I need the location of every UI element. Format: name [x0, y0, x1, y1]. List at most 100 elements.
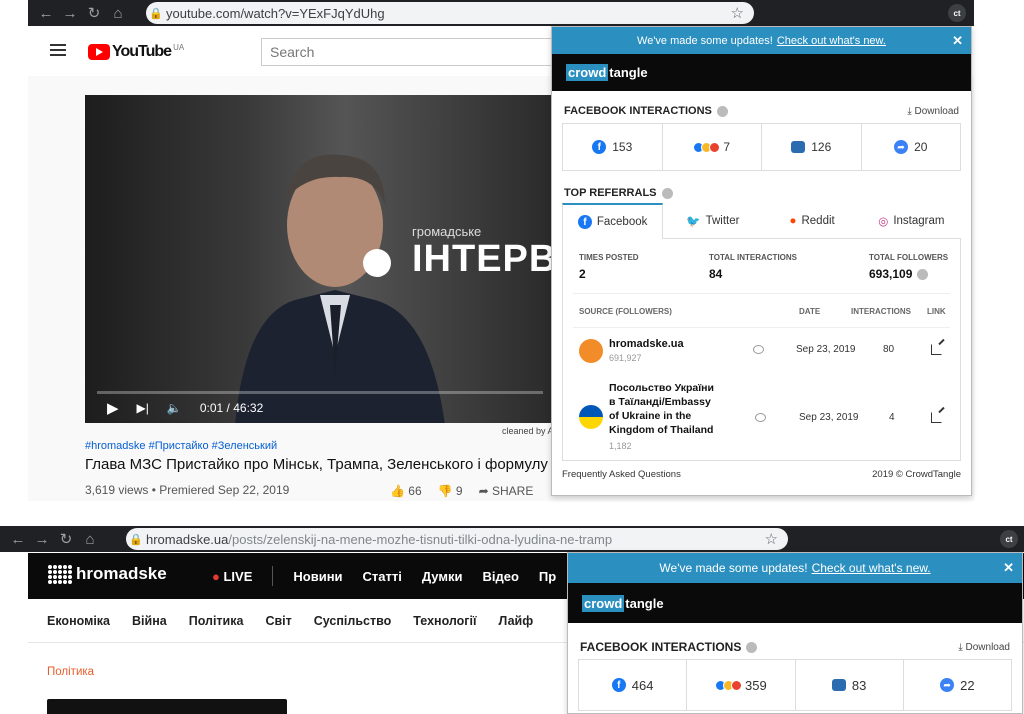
reactions-icon: [715, 679, 743, 691]
reactions-cell: 359: [687, 660, 796, 710]
share-icon: ➦: [940, 678, 955, 692]
tab-instagram[interactable]: ◎ Instagram: [862, 203, 961, 238]
subnav-economy[interactable]: Економіка: [47, 614, 110, 628]
video-progress-bar[interactable]: [97, 391, 543, 394]
live-link[interactable]: ● LIVE: [212, 569, 252, 584]
reload-icon[interactable]: ↻: [82, 4, 106, 22]
fb-interactions-box: f 464 359 83 ➦ 22: [578, 659, 1012, 711]
nav-video[interactable]: Відео: [482, 569, 518, 584]
tab-twitter[interactable]: 🐦 Twitter: [663, 203, 762, 238]
youtube-logo[interactable]: YouTube UA: [88, 43, 184, 61]
hromadske-logo[interactable]: hromadske: [48, 564, 167, 584]
hromadske-avatar: [579, 339, 603, 363]
info-icon[interactable]: [917, 269, 929, 281]
home-icon[interactable]: ⌂: [106, 5, 130, 22]
times-posted-label: TIMES POSTED: [579, 253, 639, 262]
nav-articles[interactable]: Статті: [363, 569, 402, 584]
back-icon[interactable]: ←: [6, 531, 30, 548]
top-referrals-header: TOP REFERRALS: [552, 183, 971, 203]
comments-cell: 83: [796, 660, 904, 710]
dislike-button[interactable]: 👎 9: [438, 484, 463, 498]
browser-toolbar: ← → ↻ ⌂ 🔒 youtube.com/watch?v=YExFJqYdUh…: [28, 0, 974, 26]
tab-reddit[interactable]: ● Reddit: [763, 203, 862, 238]
faq-link[interactable]: Frequently Asked Questions: [562, 469, 681, 480]
post-interactions: 80: [883, 344, 895, 355]
crowdtangle-logo: crowd tangle: [582, 594, 664, 612]
tab-facebook[interactable]: f Facebook: [562, 203, 664, 239]
home-icon[interactable]: ⌂: [78, 531, 102, 548]
source-name[interactable]: hromadske.ua: [609, 337, 684, 351]
source-name[interactable]: Посольство України в Таїланді/Embassy of…: [609, 381, 714, 437]
address-bar[interactable]: 🔒 youtube.com/watch?v=YExFJqYdUhg ☆: [146, 2, 754, 24]
facebook-icon: f: [577, 215, 592, 229]
info-icon[interactable]: [716, 105, 728, 117]
video-overlay-small-text: громадське: [412, 224, 482, 239]
total-interactions-label: TOTAL INTERACTIONS: [709, 253, 797, 262]
nav-more[interactable]: Пр: [539, 569, 556, 584]
subnav-world[interactable]: Світ: [265, 614, 291, 628]
share-icon: ➦: [894, 140, 909, 154]
close-icon[interactable]: ✕: [952, 33, 963, 49]
browser-toolbar: ← → ↻ ⌂ 🔒 hromadske.ua/posts/zelenskij-n…: [0, 526, 1024, 552]
fb-interactions-box: f 153 7 126 ➦ 20: [562, 123, 961, 171]
article-category[interactable]: Політика: [47, 666, 94, 678]
table-row: hromadske.ua 691,927 Sep 23, 2019 80: [563, 335, 960, 375]
referrals-panel: TIMES POSTED 2 TOTAL INTERACTIONS 84 TOT…: [562, 239, 961, 461]
share-button[interactable]: ➦ SHARE: [479, 484, 534, 498]
table-row: Посольство України в Таїланді/Embassy of…: [563, 381, 960, 457]
whats-new-link[interactable]: Check out what's new.: [777, 35, 886, 47]
fb-interactions-header: FACEBOOK INTERACTIONS ⤓ Download: [568, 635, 1022, 659]
updates-banner: We've made some updates! Check out what'…: [552, 27, 971, 54]
copyright: 2019 © CrowdTangle: [872, 469, 961, 480]
reddit-icon: ●: [789, 214, 797, 227]
play-icon[interactable]: ▶: [107, 399, 119, 417]
external-link-icon[interactable]: [931, 412, 942, 423]
url-host: youtube.com: [166, 5, 241, 21]
external-link-icon[interactable]: [931, 344, 942, 355]
subnav-war[interactable]: Війна: [132, 614, 167, 628]
reactions-count: 359: [745, 677, 767, 693]
facebook-icon: f: [592, 140, 607, 154]
info-icon[interactable]: [661, 187, 673, 199]
embassy-avatar: [579, 405, 603, 429]
share-label: SHARE: [492, 484, 534, 498]
whats-new-link[interactable]: Check out what's new.: [812, 561, 931, 575]
like-button[interactable]: 👍 66: [390, 484, 422, 498]
video-hashtags[interactable]: #hromadske #Пристайко #Зеленський: [85, 440, 277, 452]
comment-bubble-icon[interactable]: [755, 413, 766, 422]
youtube-play-logo-icon: [88, 44, 110, 60]
subnav-society[interactable]: Суспільство: [314, 614, 392, 628]
video-title: Глава МЗС Пристайко про Мінськ, Трампа, …: [85, 456, 548, 473]
top-referrals-title: TOP REFERRALS: [564, 187, 657, 199]
video-time: 0:01 / 46:32: [199, 401, 264, 415]
download-button[interactable]: ⤓ Download: [907, 106, 959, 117]
menu-icon[interactable]: [50, 44, 66, 56]
forward-icon[interactable]: →: [30, 531, 54, 548]
comment-bubble-icon[interactable]: [753, 345, 764, 354]
next-icon[interactable]: ▶|: [137, 401, 149, 415]
search-input[interactable]: Search: [261, 38, 561, 66]
subnav-politics[interactable]: Політика: [189, 614, 244, 628]
close-icon[interactable]: ✕: [1003, 560, 1014, 576]
youtube-region: UA: [173, 42, 185, 52]
download-button[interactable]: ⤓ Download: [958, 642, 1010, 653]
nav-news[interactable]: Новини: [293, 569, 342, 584]
post-date: Sep 23, 2019: [799, 412, 859, 423]
lock-icon: 🔒: [129, 533, 143, 546]
address-bar[interactable]: 🔒 hromadske.ua/posts/zelenskij-na-mene-m…: [126, 528, 788, 550]
nav-opinions[interactable]: Думки: [422, 569, 463, 584]
total-followers-label: TOTAL FOLLOWERS: [869, 253, 949, 262]
volume-icon[interactable]: 🔈: [167, 401, 182, 415]
video-player[interactable]: громадське ІНТЕРВ ▶ ▶| 🔈 0:01 / 46:32: [85, 95, 555, 423]
bookmark-star-icon[interactable]: ☆: [765, 530, 778, 548]
reload-icon[interactable]: ↻: [54, 530, 78, 548]
bookmark-star-icon[interactable]: ☆: [731, 4, 744, 22]
crowdtangle-extension-icon[interactable]: ct: [948, 4, 966, 22]
crowdtangle-extension-icon[interactable]: ct: [1000, 530, 1018, 548]
video-actions: 👍 66 👎 9 ➦ SHARE: [390, 484, 533, 498]
subnav-tech[interactable]: Технології: [413, 614, 476, 628]
info-icon[interactable]: [746, 642, 758, 654]
subnav-life[interactable]: Лайф: [499, 614, 534, 628]
back-icon[interactable]: ←: [34, 5, 58, 22]
forward-icon[interactable]: →: [58, 5, 82, 22]
